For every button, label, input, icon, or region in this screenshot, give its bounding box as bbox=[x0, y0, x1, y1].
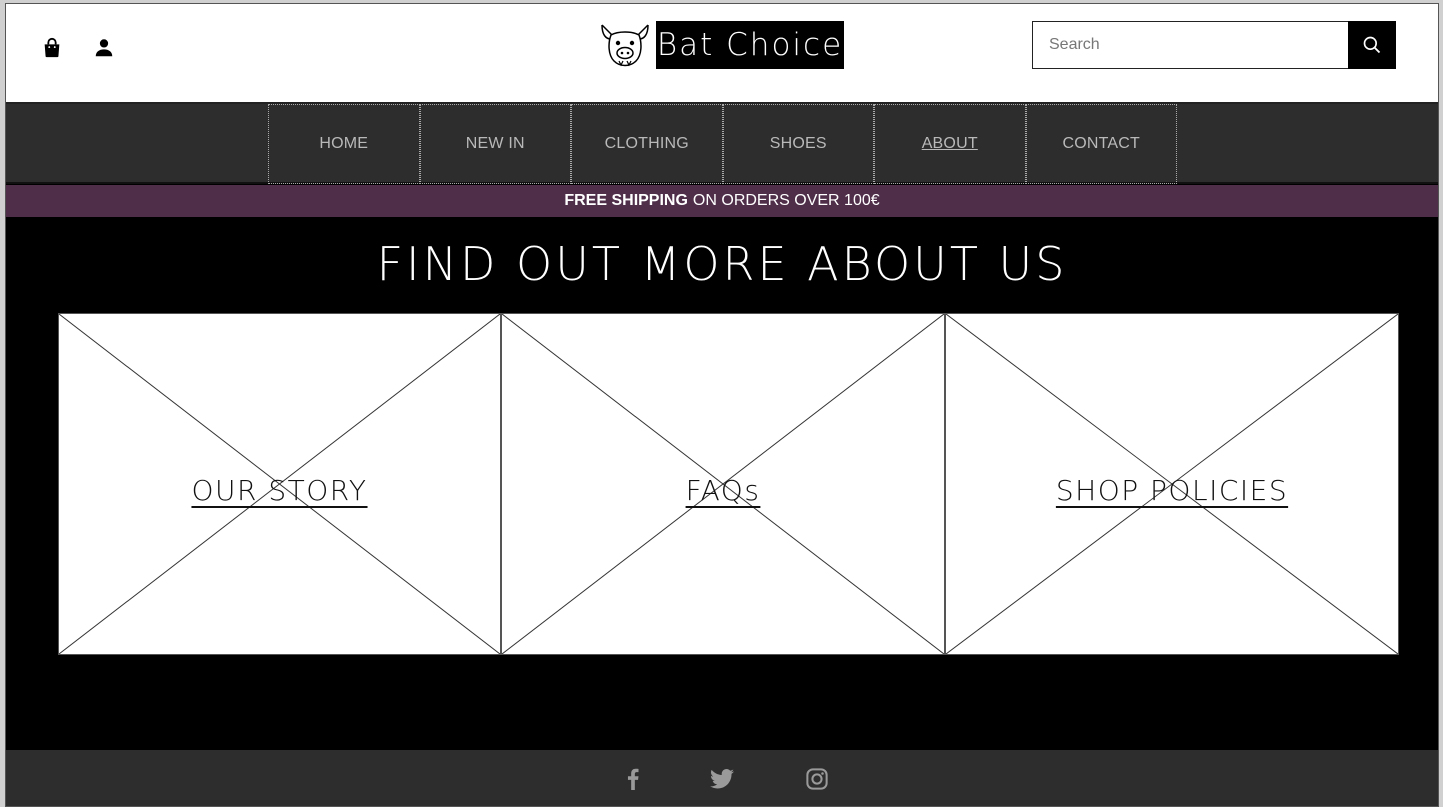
search-icon bbox=[1363, 36, 1381, 54]
user-icon[interactable] bbox=[92, 36, 116, 60]
page: Bat Choice HOME NEW IN CLOTHING SHOES AB… bbox=[5, 3, 1439, 807]
search-input[interactable] bbox=[1032, 21, 1348, 69]
about-cards: OUR STORY FAQs SHOP POLICIES bbox=[58, 313, 1399, 655]
instagram-icon[interactable] bbox=[803, 765, 831, 793]
card-faqs[interactable]: FAQs bbox=[501, 313, 945, 655]
card-label[interactable]: SHOP POLICIES bbox=[1056, 474, 1288, 507]
facebook-icon[interactable] bbox=[619, 765, 647, 793]
shipping-banner: FREE SHIPPING ON ORDERS OVER 100€ bbox=[6, 185, 1438, 217]
banner-bold-text: FREE SHIPPING bbox=[564, 192, 688, 209]
nav-item-new-in[interactable]: NEW IN bbox=[419, 104, 571, 184]
footer bbox=[6, 750, 1438, 806]
nav-item-about[interactable]: ABOUT bbox=[874, 104, 1026, 184]
card-shop-policies[interactable]: SHOP POLICIES bbox=[945, 313, 1399, 655]
page-title: FIND OUT MORE ABOUT US bbox=[376, 237, 1068, 291]
header: Bat Choice bbox=[6, 4, 1438, 104]
nav-item-clothing[interactable]: CLOTHING bbox=[571, 104, 723, 184]
nav-item-shoes[interactable]: SHOES bbox=[722, 104, 874, 184]
nav-item-contact[interactable]: CONTACT bbox=[1025, 104, 1177, 184]
nav-item-home[interactable]: HOME bbox=[268, 104, 420, 184]
main-nav: HOME NEW IN CLOTHING SHOES ABOUT CONTACT bbox=[6, 104, 1438, 184]
search-bar bbox=[1032, 21, 1396, 69]
shopping-bag-icon[interactable] bbox=[40, 36, 64, 60]
brand-logo[interactable]: Bat Choice bbox=[598, 21, 844, 69]
card-label[interactable]: FAQs bbox=[686, 474, 761, 507]
banner-text: ON ORDERS OVER 100€ bbox=[692, 192, 880, 209]
search-button[interactable] bbox=[1348, 21, 1396, 69]
card-our-story[interactable]: OUR STORY bbox=[58, 313, 501, 655]
brand-name: Bat Choice bbox=[656, 21, 844, 69]
pig-bat-icon bbox=[601, 24, 649, 67]
card-label[interactable]: OUR STORY bbox=[191, 474, 367, 507]
twitter-icon[interactable] bbox=[708, 765, 736, 793]
